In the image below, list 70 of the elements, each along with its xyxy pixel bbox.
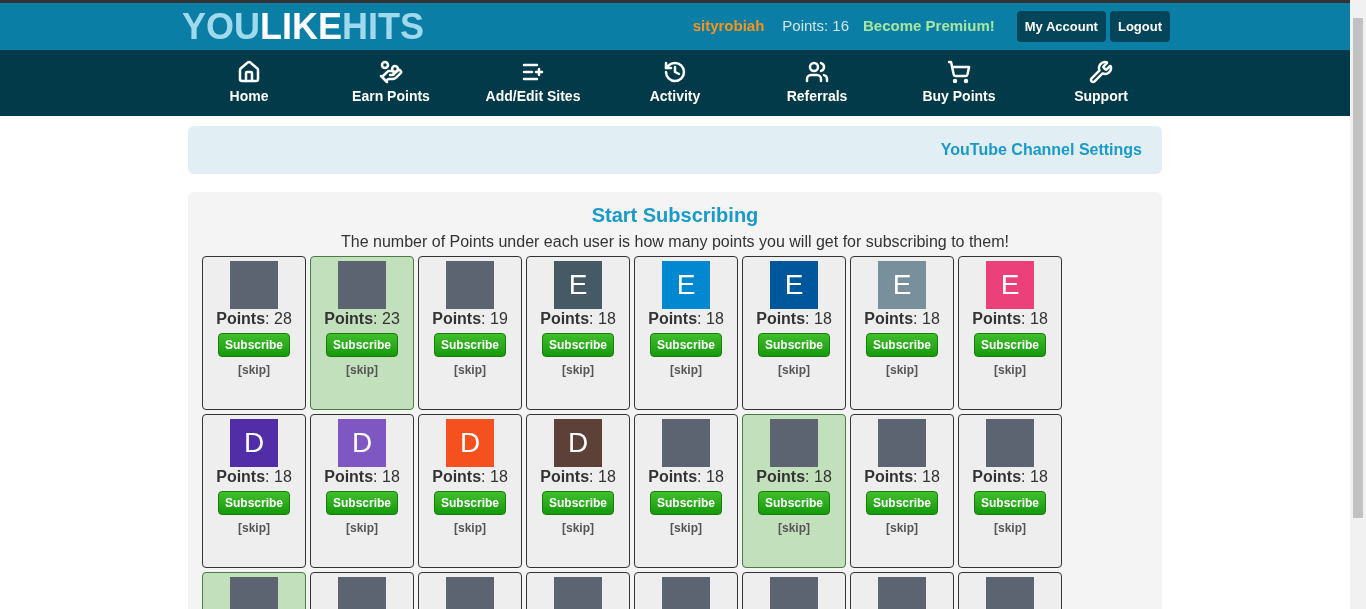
skip-link[interactable]: [skip]	[346, 361, 378, 379]
points-label: Points: 18	[540, 309, 616, 329]
section-subtitle: The number of Points under each user is how many points you will get for subscribing to them!	[341, 232, 1009, 252]
skip-link[interactable]: [skip]	[670, 361, 702, 379]
logo-text: HITS	[342, 8, 425, 45]
letter-avatar: E	[770, 261, 818, 309]
points-label: Points: 18	[648, 467, 724, 487]
skip-link[interactable]: [skip]	[454, 361, 486, 379]
history-icon	[663, 59, 687, 84]
skip-link[interactable]: [skip]	[346, 519, 378, 537]
nav-link[interactable]: Earn Points	[352, 85, 430, 107]
nav-link[interactable]: Support	[1074, 85, 1128, 107]
points-balance: Points: 16	[782, 16, 850, 37]
skip-link[interactable]: [skip]	[238, 361, 270, 379]
points-label: Points: 18	[864, 467, 940, 487]
points-label: Points: 18	[972, 467, 1048, 487]
photo-placeholder	[446, 261, 494, 309]
logo-text: LIKE	[260, 8, 343, 45]
nav-link[interactable]: Activity	[649, 85, 701, 107]
logo-text: YOU	[182, 8, 260, 45]
photo-placeholder	[338, 261, 386, 309]
letter-avatar: E	[878, 261, 926, 309]
tools-icon	[1089, 59, 1113, 84]
points-label: Points: 18	[324, 467, 400, 487]
points-label: Points: 18	[216, 467, 292, 487]
cart-icon	[947, 59, 971, 84]
points-label: Points: 18	[540, 467, 616, 487]
hand-coins-icon	[379, 59, 403, 84]
points-label: Points: 23	[324, 309, 400, 329]
nav-link[interactable]: Add/Edit Sites	[485, 85, 581, 107]
photo-placeholder	[662, 419, 710, 467]
skip-link[interactable]: [skip]	[994, 361, 1026, 379]
letter-avatar: D	[230, 419, 278, 467]
photo-placeholder	[770, 419, 818, 467]
letter-avatar: E	[662, 261, 710, 309]
scrollbar[interactable]	[1350, 0, 1366, 609]
letter-avatar: D	[338, 419, 386, 467]
letter-avatar: E	[986, 261, 1034, 309]
photo-placeholder	[878, 419, 926, 467]
skip-link[interactable]: [skip]	[778, 519, 810, 537]
letter-avatar: D	[446, 419, 494, 467]
points-label: Points: 18	[648, 309, 724, 329]
skip-link[interactable]: [skip]	[238, 519, 270, 537]
skip-link[interactable]: [skip]	[562, 519, 594, 537]
skip-link[interactable]: [skip]	[778, 361, 810, 379]
skip-link[interactable]: [skip]	[670, 519, 702, 537]
skip-link[interactable]: [skip]	[454, 519, 486, 537]
photo-placeholder	[230, 261, 278, 309]
points-label: Points: 18	[756, 467, 832, 487]
points-label: Points: 18	[864, 309, 940, 329]
nav-link[interactable]: Buy Points	[922, 85, 996, 107]
points-label: Points: 18	[972, 309, 1048, 329]
points-label: Points: 19	[432, 309, 508, 329]
skip-link[interactable]: [skip]	[886, 361, 918, 379]
skip-link[interactable]: [skip]	[562, 361, 594, 379]
points-label: Points: 18	[756, 309, 832, 329]
section-title: Start Subscribing	[591, 203, 759, 228]
header-button[interactable]: Logout	[1109, 11, 1170, 42]
skip-link[interactable]: [skip]	[994, 519, 1026, 537]
header-button[interactable]: My Account	[1016, 11, 1106, 42]
points-label: Points: 18	[432, 467, 508, 487]
nav-link[interactable]: Home	[229, 85, 269, 107]
skip-link[interactable]: [skip]	[886, 519, 918, 537]
letter-avatar: E	[554, 261, 602, 309]
home-icon	[237, 59, 261, 84]
points-label: Points: 28	[216, 309, 292, 329]
people-icon	[805, 59, 829, 84]
nav-link[interactable]: Referrals	[786, 85, 848, 107]
letter-avatar: D	[554, 419, 602, 467]
photo-placeholder	[986, 419, 1034, 467]
